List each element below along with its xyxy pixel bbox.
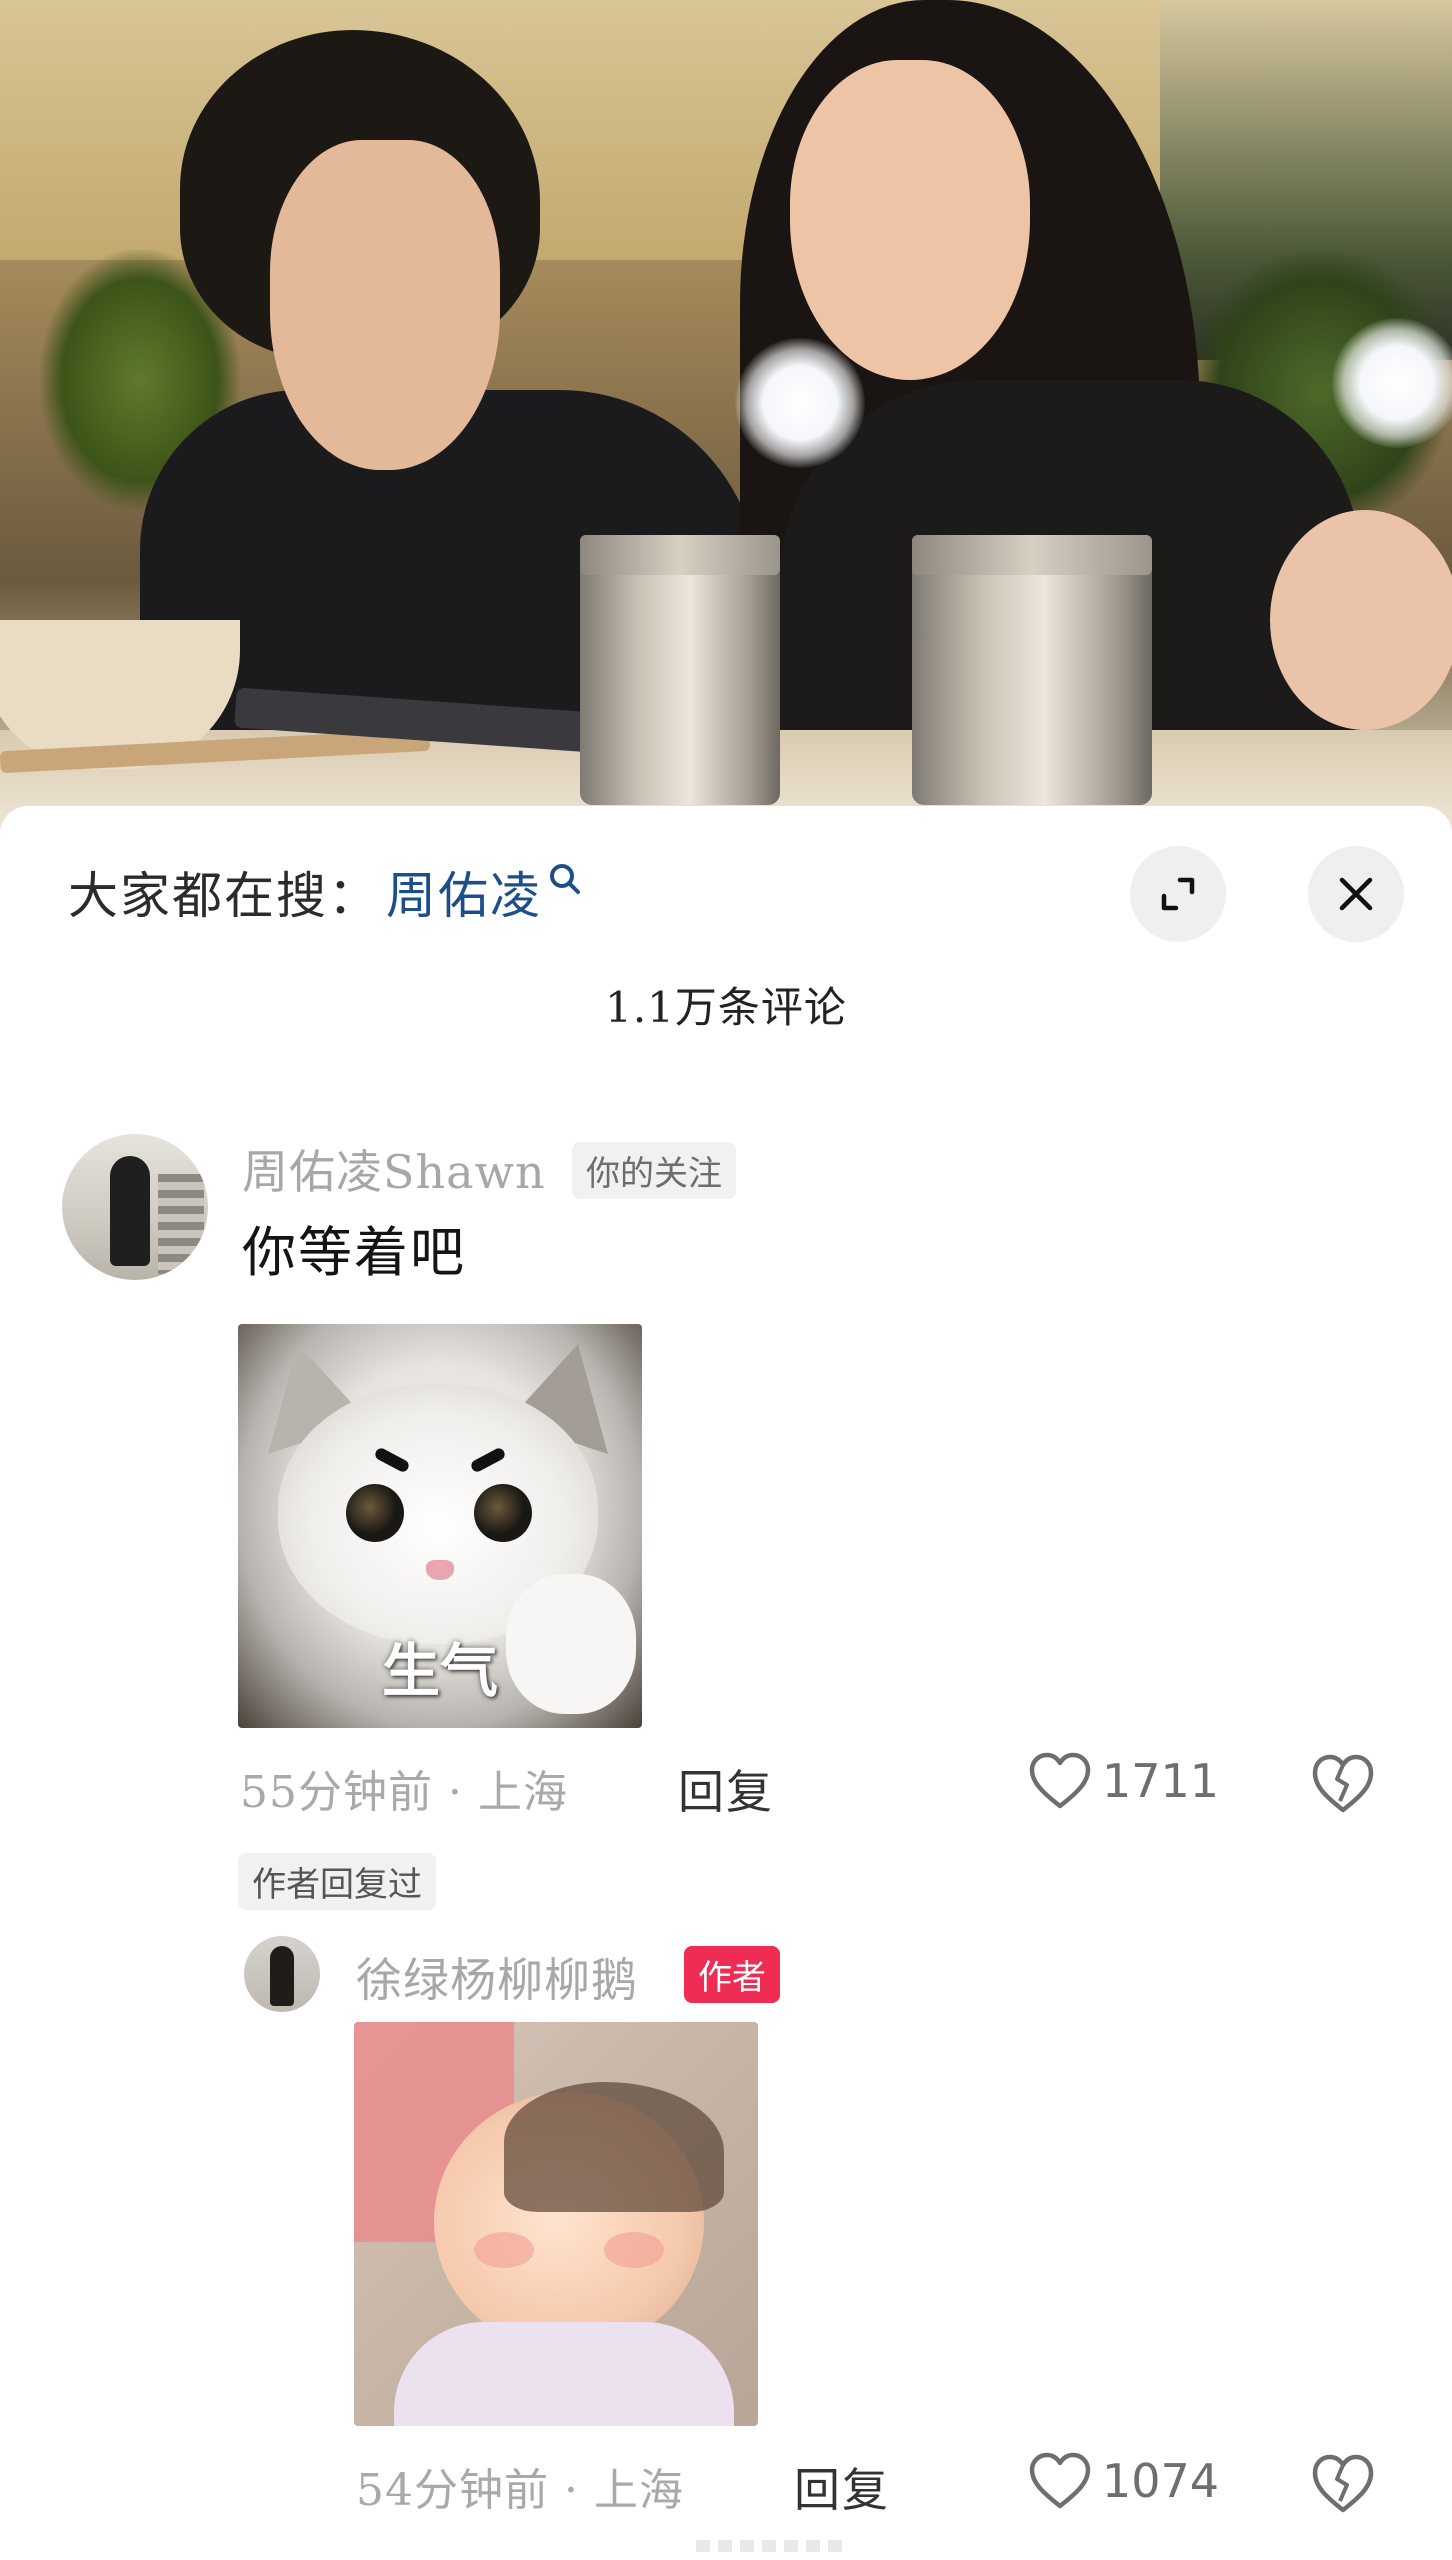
video-frame[interactable] [0,0,1452,830]
comment-text: 你等着吧 [242,1221,466,1284]
cat-nose [426,1560,454,1580]
avatar-figure [110,1156,150,1266]
baby-shirt [394,2322,734,2426]
reply-username[interactable]: 徐绿杨柳柳鹅 [356,1944,638,2010]
like-button[interactable]: 1074 [1028,2452,1219,2510]
reply-meta: 54分钟前 · 上海 [356,2465,684,2516]
like-count: 1711 [1102,1754,1220,1808]
broken-heart-icon[interactable] [1310,2453,1376,2515]
trending-search-prefix: 大家都在搜： [68,867,380,925]
metal-cup [912,535,1152,805]
hand [1270,510,1452,730]
avatar[interactable] [62,1134,208,1280]
like-count: 1074 [1102,2454,1220,2508]
avatar-stairs [158,1174,204,1274]
page: 大家都在搜： 周佑凌 1.1万条评论 周佑凌Shawn 你的关注 你等着吧 生气… [0,0,1452,2560]
cat-eye [346,1484,404,1542]
heart-icon [1029,2452,1091,2509]
baby-sticker[interactable] [354,2022,758,2426]
watermark [696,2540,846,2552]
person-face [270,140,500,470]
search-icon [550,864,580,894]
reply-button[interactable]: 回复 [794,2454,890,2520]
baby-cheek [474,2232,534,2268]
comment-meta: 55分钟前 · 上海 [240,1767,568,1818]
comment-count: 1.1万条评论 [605,983,847,1032]
like-button[interactable]: 1711 [1028,1752,1219,1810]
expand-icon [1161,877,1195,911]
sticker-caption: 生气 [381,1637,498,1705]
trending-search[interactable]: 大家都在搜： 周佑凌 [68,852,586,932]
person-face [790,60,1030,380]
comment-username[interactable]: 周佑凌Shawn [242,1136,546,1202]
reply-button[interactable]: 回复 [678,1756,774,1822]
author-replied-badge[interactable]: 作者回复过 [238,1853,436,1910]
baby-cheek [604,2232,664,2268]
comment-sheet: 大家都在搜： 周佑凌 1.1万条评论 周佑凌Shawn 你的关注 你等着吧 生气… [0,806,1452,2560]
metal-cup [580,535,780,805]
broken-heart-icon[interactable] [1310,1753,1376,1815]
sparkle-blur [735,338,865,468]
angry-cat-sticker[interactable]: 生气 [238,1324,642,1728]
heart-icon [1029,1752,1091,1809]
sparkle-blur [1332,318,1452,448]
trending-search-term[interactable]: 周佑凌 [386,856,542,928]
author-badge: 作者 [684,1946,780,2003]
expand-button[interactable] [1130,846,1226,942]
avatar-figure [270,1946,294,2006]
baby-hair [504,2082,724,2212]
close-button[interactable] [1308,846,1404,942]
close-icon [1339,877,1373,911]
reply-avatar[interactable] [244,1936,320,2012]
follow-badge: 你的关注 [572,1142,736,1199]
cat-eye [474,1484,532,1542]
